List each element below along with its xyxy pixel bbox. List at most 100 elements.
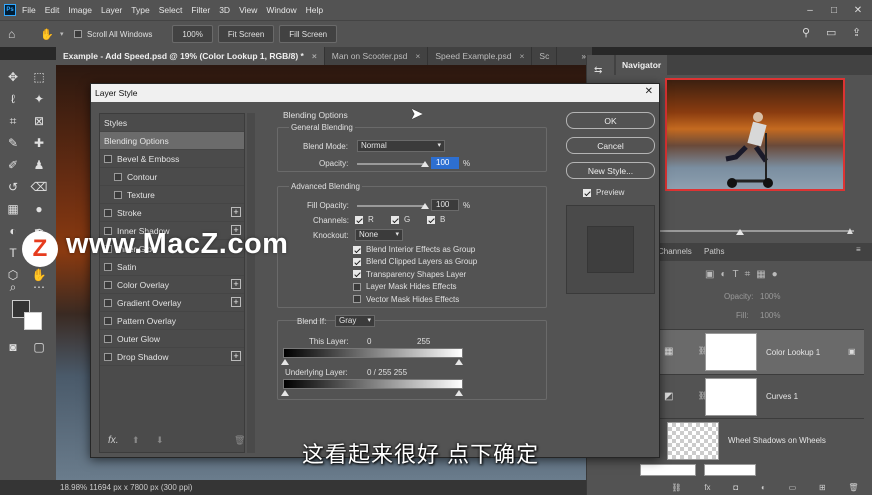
zoom-in-icon[interactable]: ▲ (845, 226, 855, 237)
layer-filter-icons[interactable]: ▣◐T⌗▦● (705, 269, 784, 280)
preview-checkbox[interactable] (583, 188, 591, 197)
this-layer-black-knob[interactable] (281, 359, 289, 365)
menu-select[interactable]: Select (159, 5, 183, 15)
link-layers-icon[interactable]: ⛓ (671, 483, 681, 492)
style-item[interactable]: Contour (100, 168, 244, 186)
frame-tool-icon[interactable]: ⊠ (30, 112, 48, 130)
fit-screen-button[interactable]: Fit Screen (217, 25, 275, 43)
menu-window[interactable]: Window (266, 5, 296, 15)
share-icon[interactable]: ⇪ (852, 26, 861, 39)
close-tab-icon[interactable]: × (415, 51, 420, 61)
tab-overflow[interactable]: Sc (532, 47, 558, 65)
add-effect-icon[interactable]: + (231, 297, 241, 307)
add-effect-icon[interactable]: + (231, 351, 241, 361)
style-item[interactable]: Pattern Overlay (100, 312, 244, 330)
cancel-button[interactable]: Cancel (566, 137, 655, 154)
menu-image[interactable]: Image (68, 5, 92, 15)
menu-help[interactable]: Help (306, 5, 323, 15)
opacity-slider-knob[interactable] (421, 161, 429, 167)
zoom-100-button[interactable]: 100% (172, 25, 213, 43)
move-tool-icon[interactable]: ✥ (4, 68, 22, 86)
styles-header[interactable]: Styles (100, 114, 244, 132)
style-item-checkbox[interactable] (104, 154, 112, 163)
style-item-checkbox[interactable] (104, 208, 112, 217)
this-layer-white-knob[interactable] (455, 359, 463, 365)
fill-screen-button[interactable]: Fill Screen (279, 25, 338, 43)
minimize-icon[interactable]: – (798, 0, 822, 20)
channel-g[interactable]: G (391, 215, 410, 224)
fill-opacity-slider-knob[interactable] (421, 203, 429, 209)
menu-view[interactable]: View (239, 5, 257, 15)
style-item-checkbox[interactable] (114, 190, 122, 199)
move-up-icon[interactable]: ⬆ (132, 435, 140, 446)
opacity-slider[interactable] (357, 163, 425, 165)
layer-row[interactable]: Wheel Shadows on Wheels (660, 418, 864, 463)
mask-icon[interactable]: ◘ (733, 483, 738, 492)
style-item-checkbox[interactable] (104, 298, 112, 307)
knockout-select[interactable]: None ▾ (355, 229, 403, 241)
menu-edit[interactable]: Edit (45, 5, 60, 15)
eraser-tool-icon[interactable]: ⌫ (30, 178, 48, 196)
styles-scrollbar[interactable] (247, 113, 255, 453)
adjustment-icon[interactable]: ◐ (761, 483, 766, 492)
style-item-checkbox[interactable] (104, 316, 112, 325)
option-checkbox[interactable] (353, 245, 361, 254)
ok-button[interactable]: OK (566, 112, 655, 129)
lasso-tool-icon[interactable]: ℓ (4, 90, 22, 108)
chevron-down-icon[interactable]: ▾ (60, 30, 70, 38)
group-icon[interactable]: ▭ (789, 483, 797, 492)
tab-speed-example[interactable]: Speed Example.psd × (428, 47, 533, 65)
channel-b-checkbox[interactable] (427, 215, 435, 224)
advanced-blending-option[interactable]: Layer Mask Hides Effects (353, 282, 457, 291)
add-effect-icon[interactable]: + (231, 279, 241, 289)
style-item[interactable]: Outer Glow (100, 330, 244, 348)
scroll-all-windows-checkbox[interactable] (74, 30, 82, 38)
tab-paths[interactable]: Paths (704, 247, 724, 256)
workspace-icon[interactable]: ▭ (826, 26, 836, 39)
home-icon[interactable]: ⌂ (8, 27, 28, 41)
menu-filter[interactable]: Filter (191, 5, 210, 15)
fx-menu-icon[interactable]: fx. (108, 435, 119, 446)
more-tools-icon[interactable]: ⋯ (30, 278, 48, 296)
zoom-tool-icon[interactable]: ⌕ (4, 278, 22, 296)
blur-tool-icon[interactable]: ● (30, 200, 48, 218)
style-item-checkbox[interactable] (104, 334, 112, 343)
tab-channels[interactable]: Channels (658, 247, 692, 256)
opacity-value[interactable]: 100% (760, 292, 780, 301)
move-down-icon[interactable]: ⬇ (156, 435, 164, 446)
fx-icon[interactable]: fx (704, 483, 710, 492)
menu-layer[interactable]: Layer (101, 5, 122, 15)
new-style-button[interactable]: New Style... (566, 162, 655, 179)
eyedropper-tool-icon[interactable]: ✎ (4, 134, 22, 152)
style-item[interactable]: Bevel & Emboss (100, 150, 244, 168)
close-icon[interactable]: ✕ (645, 86, 653, 97)
tab-example-add-speed[interactable]: Example - Add Speed.psd @ 19% (Color Loo… (56, 47, 325, 65)
healing-tool-icon[interactable]: ✚ (30, 134, 48, 152)
dodge-tool-icon[interactable]: ◐ (4, 222, 22, 240)
underlying-black-knob[interactable] (281, 390, 289, 396)
channel-r-checkbox[interactable] (355, 215, 363, 224)
channel-g-checkbox[interactable] (391, 215, 399, 224)
history-brush-tool-icon[interactable]: ↺ (4, 178, 22, 196)
navigator-view-box[interactable] (665, 78, 845, 191)
navigator-tab[interactable]: Navigator (616, 55, 668, 75)
channel-b[interactable]: B (427, 215, 445, 224)
opacity-input[interactable]: 100 (431, 157, 459, 169)
close-window-icon[interactable]: ✕ (846, 0, 870, 20)
advanced-blending-option[interactable]: Vector Mask Hides Effects (353, 295, 459, 304)
menu-file[interactable]: File (22, 5, 36, 15)
channel-r[interactable]: R (355, 215, 374, 224)
preview-toggle[interactable]: Preview (583, 188, 624, 197)
style-item[interactable]: Blending Options (100, 132, 244, 150)
close-tab-icon[interactable]: × (519, 51, 524, 61)
add-effect-icon[interactable]: + (231, 207, 241, 217)
style-item[interactable]: Gradient Overlay + (100, 294, 244, 312)
search-icon[interactable]: ⚲ (802, 26, 810, 39)
fill-value[interactable]: 100% (760, 311, 780, 320)
option-checkbox[interactable] (353, 257, 361, 266)
delete-effect-icon[interactable]: 🗑 (234, 435, 245, 446)
advanced-blending-option[interactable]: Blend Interior Effects as Group (353, 245, 475, 254)
style-item[interactable]: Stroke + (100, 204, 244, 222)
advanced-blending-option[interactable]: Transparency Shapes Layer (353, 270, 466, 279)
fill-opacity-slider[interactable] (357, 205, 425, 207)
